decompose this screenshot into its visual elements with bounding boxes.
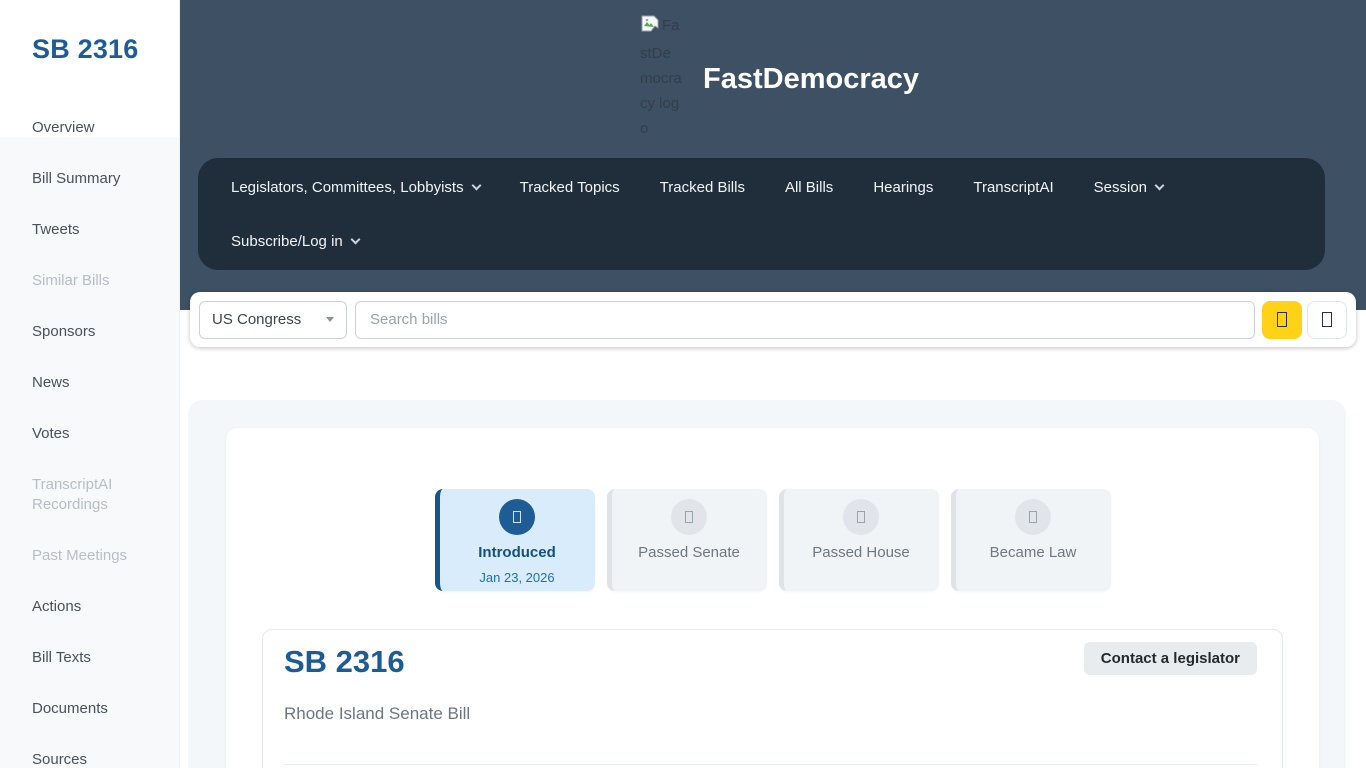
sidebar-item-tweets[interactable]: Tweets [0,205,179,256]
bill-panel: Introduced Jan 23, 2026 Passed Senate [188,400,1346,768]
missing-glyph-search-icon [1277,312,1287,327]
bill-subtitle: Rhode Island Senate Bill [284,704,1257,724]
nav-item-tracked-bills[interactable]: Tracked Bills [660,179,745,196]
bill-progress-steps: Introduced Jan 23, 2026 Passed Senate [226,489,1319,591]
step-circle [499,499,535,535]
sidebar-nav: Overview Bill Summary Tweets Similar Bil… [0,103,179,768]
sidebar-item-bill-texts[interactable]: Bill Texts [0,633,179,684]
chevron-down-icon [350,235,360,245]
sidebar-item-transcriptai-recordings: TranscriptAI Recordings [0,460,179,531]
missing-glyph-step-icon [685,511,693,523]
region-select-value: US Congress [212,311,301,328]
nav-item-all-bills[interactable]: All Bills [785,179,833,196]
step-circle [1015,499,1051,535]
sidebar-item-news[interactable]: News [0,358,179,409]
sidebar-item-sources[interactable]: Sources [0,735,179,768]
top-nav-row-1: Legislators, Committees, Lobbyists Track… [231,179,1292,196]
bill-head-row: SB 2316 Contact a legislator [284,642,1257,680]
sidebar-item-sponsors[interactable]: Sponsors [0,307,179,358]
site-logo[interactable]: FastDemocracy logo [640,13,682,141]
chevron-down-icon [1155,181,1165,191]
step-circle [671,499,707,535]
select-arrow-icon [326,317,334,322]
search-secondary-button[interactable] [1307,301,1347,339]
nav-item-legislators-committees-lobbyists[interactable]: Legislators, Committees, Lobbyists [231,179,480,196]
missing-glyph-icon [1322,312,1332,327]
sidebar-item-similar-bills: Similar Bills [0,256,179,307]
progress-step-became-law: Became Law [951,489,1111,591]
step-date: Jan 23, 2026 [440,570,595,585]
sidebar-item-bill-summary[interactable]: Bill Summary [0,154,179,205]
sidebar-item-overview[interactable]: Overview [0,103,179,154]
bill-sidebar: SB 2316 Overview Bill Summary Tweets Sim… [0,0,180,768]
site-header: FastDemocracy logo FastDemocracy Legisla… [180,0,1366,310]
top-nav-row-2: Subscribe/Log in [231,233,1292,250]
sidebar-item-votes[interactable]: Votes [0,409,179,460]
nav-item-transcriptai[interactable]: TranscriptAI [973,179,1053,196]
divider [284,764,1257,765]
progress-step-introduced: Introduced Jan 23, 2026 [435,489,595,591]
sidebar-item-documents[interactable]: Documents [0,684,179,735]
search-input[interactable] [355,301,1255,339]
progress-step-passed-house: Passed House [779,489,939,591]
sidebar-item-actions[interactable]: Actions [0,582,179,633]
main-column: FastDemocracy logo FastDemocracy Legisla… [180,0,1366,768]
missing-glyph-step-icon [513,511,521,523]
missing-glyph-step-icon [1029,511,1037,523]
nav-item-session[interactable]: Session [1094,179,1163,196]
top-nav: Legislators, Committees, Lobbyists Track… [198,158,1325,270]
contact-legislator-button[interactable]: Contact a legislator [1084,642,1257,675]
bill-card-outer: Introduced Jan 23, 2026 Passed Senate [226,428,1319,768]
search-submit-button[interactable] [1262,301,1302,339]
broken-image-icon [640,15,660,41]
missing-glyph-step-icon [857,511,865,523]
search-bar: US Congress [190,292,1356,347]
bill-number-title: SB 2316 [284,644,405,680]
bill-header-card: SB 2316 Contact a legislator Rhode Islan… [262,629,1283,768]
chevron-down-icon [471,181,481,191]
sidebar-bill-title: SB 2316 [32,34,179,65]
nav-item-tracked-topics[interactable]: Tracked Topics [520,179,620,196]
progress-step-passed-senate: Passed Senate [607,489,767,591]
nav-item-subscribe-login[interactable]: Subscribe/Log in [231,233,359,250]
sidebar-item-past-meetings: Past Meetings [0,531,179,582]
brand-title: FastDemocracy [703,63,919,96]
step-circle [843,499,879,535]
nav-item-hearings[interactable]: Hearings [873,179,933,196]
content-area: Introduced Jan 23, 2026 Passed Senate [180,310,1366,768]
region-select[interactable]: US Congress [199,301,347,339]
